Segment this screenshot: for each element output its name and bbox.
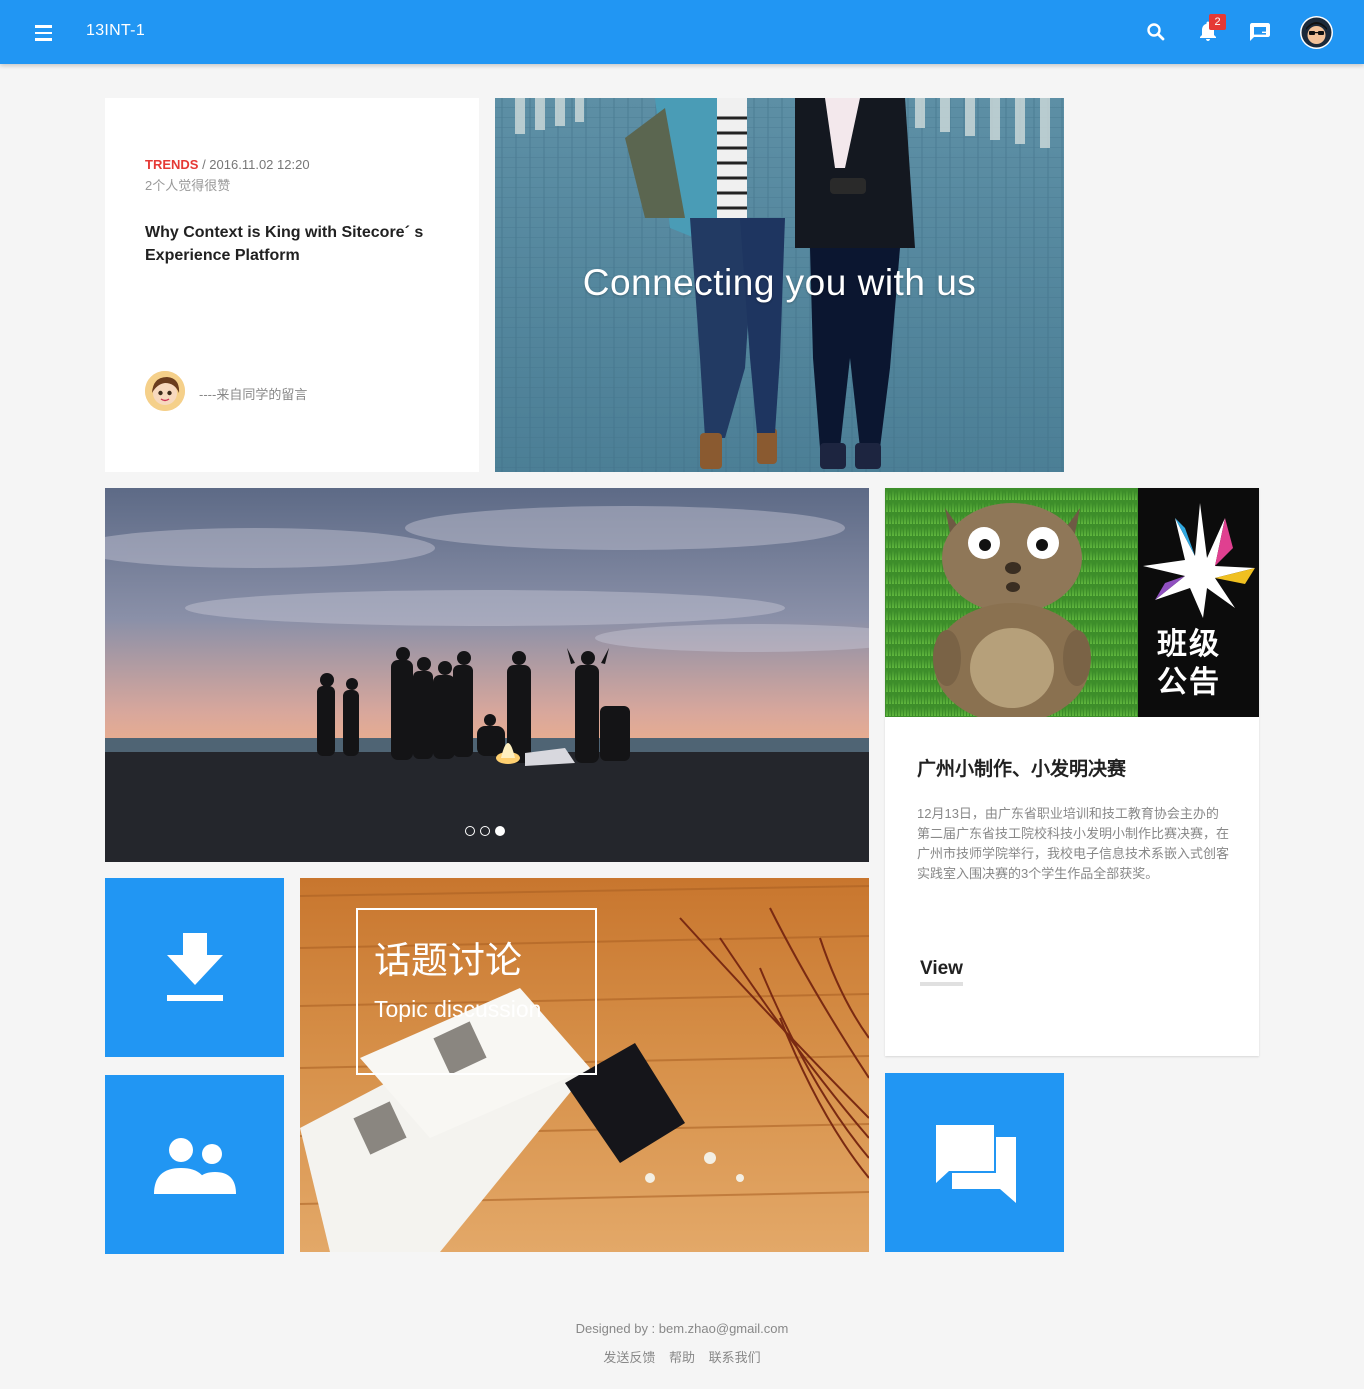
chat-icon (933, 1122, 1016, 1203)
top-app-bar: 13INT-1 2 (0, 0, 1364, 64)
news-from: ----来自同学的留言 (199, 387, 308, 402)
hero-caption: Connecting you with us (582, 262, 977, 303)
news-card[interactable]: TRENDS / 2016.11.02 12:20 2个人觉得很赞 Why Co… (105, 98, 479, 472)
notice-title: 广州小制作、小发明决赛 (917, 759, 1127, 780)
topic-title-en: Topic discussion (374, 996, 542, 1022)
people-icon (153, 1137, 236, 1194)
notice-body: 12月13日，由广东省职业培训和技工教育协会主办的第二届广东省技工院校科技小发明… (917, 806, 1230, 881)
news-likes: 2个人觉得很赞 (145, 178, 231, 193)
carousel-dot-1[interactable] (465, 826, 475, 836)
view-link[interactable]: View (920, 958, 963, 986)
carousel-dot-3[interactable] (495, 826, 505, 836)
notification-badge: 2 (1209, 14, 1226, 30)
student-avatar (145, 371, 185, 411)
news-tag[interactable]: TRENDS (145, 157, 198, 172)
news-date: / 2016.11.02 12:20 (202, 157, 310, 172)
help-link[interactable]: 帮助 (669, 1350, 695, 1365)
search-icon[interactable] (1144, 20, 1168, 44)
topic-card[interactable]: 话题讨论 Topic discussion (300, 878, 869, 1252)
user-avatar[interactable] (1300, 16, 1333, 49)
message-icon[interactable] (1248, 20, 1272, 44)
contact-link[interactable]: 联系我们 (709, 1350, 761, 1365)
hero-image[interactable]: Connecting you with us (495, 98, 1064, 472)
news-meta: TRENDS / 2016.11.02 12:20 (145, 157, 310, 172)
notice-card: 班级公告 广州小制作、小发明决赛 12月13日，由广东省职业培训和技工教育协会主… (885, 488, 1259, 1056)
download-tile[interactable] (105, 878, 284, 1057)
photo-carousel[interactable] (105, 488, 869, 862)
carousel-dots (465, 826, 505, 836)
download-icon (166, 932, 223, 1001)
carousel-dot-2[interactable] (480, 826, 490, 836)
notice-badge-text: 班级公告 (1157, 627, 1221, 700)
feedback-link[interactable]: 发送反馈 (603, 1350, 655, 1365)
footer-links: 发送反馈 帮助 联系我们 (0, 1347, 1364, 1366)
topic-title-zh: 话题讨论 (374, 940, 522, 981)
news-title[interactable]: Why Context is King with Sitecore´ s Exp… (145, 221, 445, 267)
notice-image: 班级公告 (885, 488, 1259, 723)
chat-tile[interactable] (885, 1073, 1064, 1252)
app-title: 13INT-1 (86, 22, 146, 39)
menu-icon[interactable] (28, 18, 58, 48)
people-tile[interactable] (105, 1075, 284, 1254)
carousel-photo (105, 488, 869, 862)
footer-credit: Designed by : bem.zhao@gmail.com (575, 1321, 789, 1336)
